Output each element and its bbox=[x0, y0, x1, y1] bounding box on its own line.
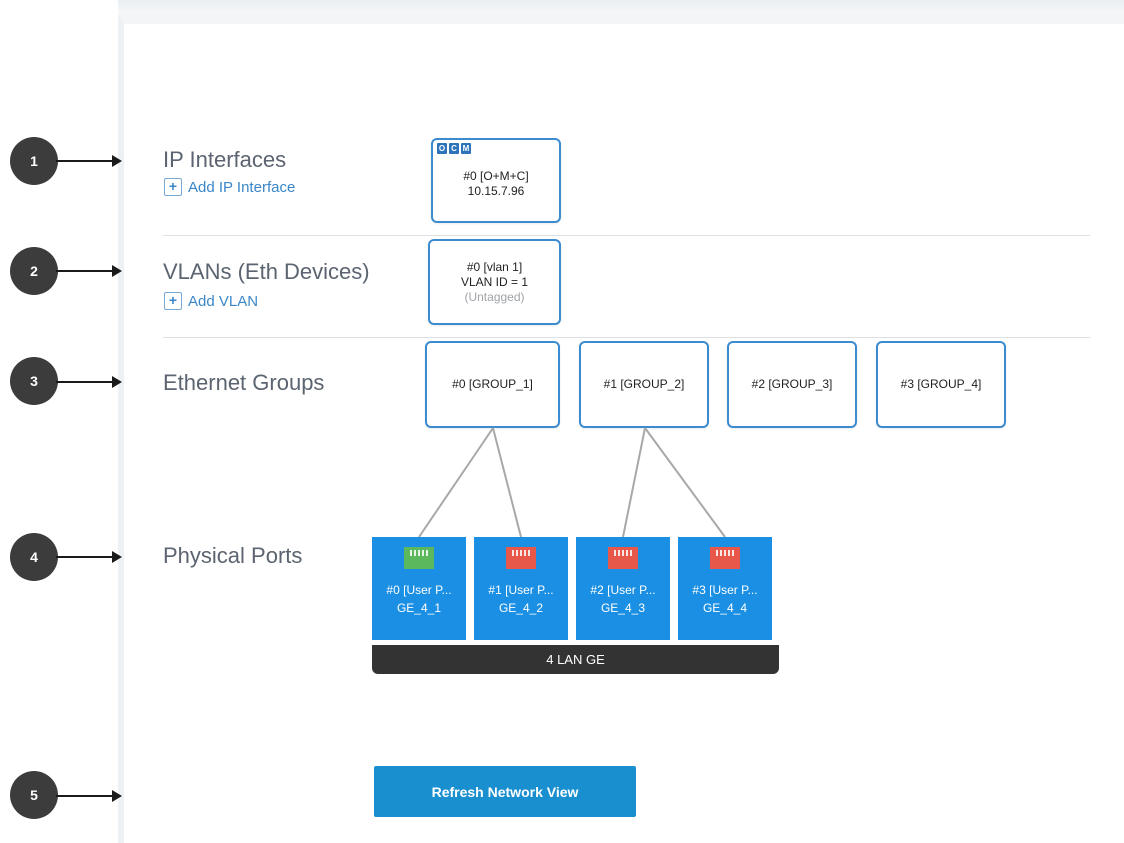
physical-port[interactable]: #1 [User P... GE_4_2 bbox=[474, 537, 568, 640]
port-name: GE_4_1 bbox=[396, 601, 442, 615]
link-line bbox=[418, 427, 494, 538]
ethernet-port-icon bbox=[404, 547, 434, 569]
physical-port[interactable]: #3 [User P... GE_4_4 bbox=[678, 537, 772, 640]
ethernet-port-icon bbox=[608, 547, 638, 569]
port-name: GE_4_3 bbox=[600, 601, 646, 615]
lan-module-bar: 4 LAN GE bbox=[372, 645, 779, 674]
link-line bbox=[492, 427, 522, 538]
physical-port[interactable]: #2 [User P... GE_4_3 bbox=[576, 537, 670, 640]
link-line bbox=[644, 427, 726, 538]
ethernet-port-icon bbox=[506, 547, 536, 569]
port-name: GE_4_4 bbox=[702, 601, 748, 615]
port-label: #2 [User P... bbox=[590, 583, 656, 597]
physical-ports-title: Physical Ports bbox=[163, 543, 303, 568]
lan-module-label: 4 LAN GE bbox=[546, 652, 605, 667]
group-port-links bbox=[418, 427, 726, 538]
ethernet-port-icon bbox=[710, 547, 740, 569]
physical-port[interactable]: #0 [User P... GE_4_1 bbox=[372, 537, 466, 640]
port-label: #1 [User P... bbox=[488, 583, 554, 597]
port-label: #3 [User P... bbox=[692, 583, 758, 597]
link-line bbox=[622, 427, 646, 538]
port-label: #0 [User P... bbox=[386, 583, 452, 597]
port-name: GE_4_2 bbox=[498, 601, 544, 615]
refresh-network-view-button[interactable]: Refresh Network View bbox=[374, 766, 636, 817]
